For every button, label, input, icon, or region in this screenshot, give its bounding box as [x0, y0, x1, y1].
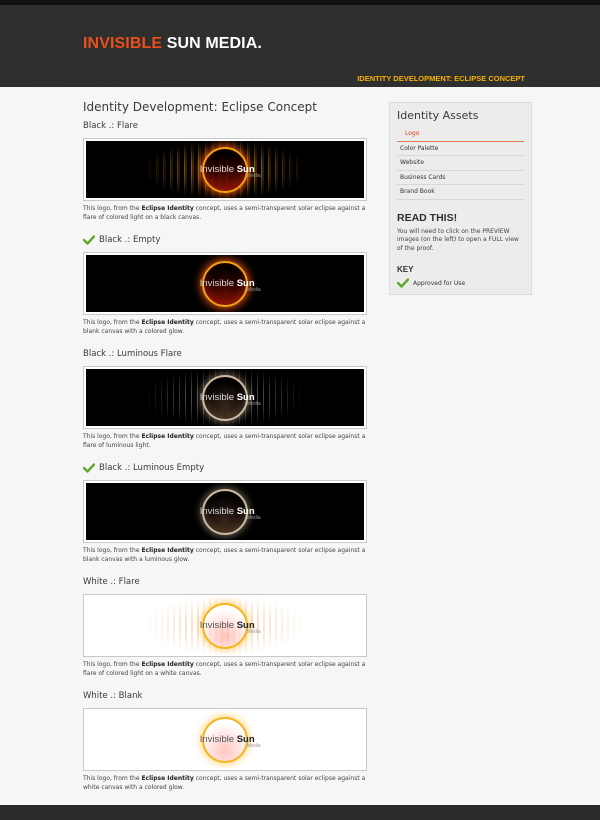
logo-preview[interactable]: Invisible Sun Media: [83, 252, 367, 315]
sidebar-item-brand-book[interactable]: Brand Book: [397, 185, 524, 200]
sidebar-nav: Logo Color Palette Website Business Cards Br…: [397, 127, 524, 200]
nav-item-eclipse-concept[interactable]: IDENTITY DEVELOPMENT: ECLIPSE CONCEPT: [357, 74, 525, 83]
logo-word-invisible: Invisible: [199, 391, 235, 403]
brand-sun-media: SUN MEDIA.: [166, 35, 262, 52]
section-title: Black .: Empty: [83, 234, 368, 246]
logo-word-invisible: Invisible: [199, 505, 235, 517]
logo-word-media: Media: [247, 400, 261, 407]
logo-word-invisible: Invisible: [199, 733, 235, 745]
key-approved-row: Approved for Use: [397, 278, 524, 288]
section-title: White .: Blank: [83, 690, 368, 702]
sidebar-item-website[interactable]: Website: [397, 156, 524, 171]
logo-word-invisible: Invisible: [199, 163, 235, 175]
caption-intro: This logo, from the: [83, 319, 142, 326]
section-title-text: Black .: Luminous Flare: [83, 349, 182, 359]
sidebar: Identity Assets Logo Color Palette Website…: [389, 102, 532, 295]
check-icon: [397, 278, 409, 288]
check-icon: [83, 463, 95, 473]
preview-image: Invisible Sun Media: [86, 141, 364, 198]
logo-word-invisible: Invisible: [199, 277, 235, 289]
preview-image: Invisible Sun Media: [86, 255, 364, 312]
logo-word-media: Media: [247, 172, 261, 179]
logo-section: Black .: Luminous Empty Invisible Sun Medi…: [83, 462, 368, 564]
logo-word-media: Media: [247, 286, 261, 293]
caption-concept-name: Eclipse Identity: [141, 547, 194, 554]
caption-intro: This logo, from the: [83, 661, 142, 668]
preview-image: Invisible Sun Media: [86, 483, 364, 540]
logo-section: Black .: Flare Invisible Sun Media This log…: [83, 120, 368, 222]
section-title: Black .: Luminous Flare: [83, 348, 368, 360]
read-this-heading: READ THIS!: [397, 211, 458, 224]
section-caption: This logo, from the Eclipse Identity con…: [83, 319, 368, 336]
preview-image: Invisible Sun Media: [86, 711, 364, 768]
caption-concept-name: Eclipse Identity: [141, 661, 194, 668]
logo-preview[interactable]: Invisible Sun Media: [83, 366, 367, 429]
logo-section: White .: Blank Invisible Sun Media This log…: [83, 690, 368, 792]
site-header: INVISIBLE SUN MEDIA. IDENTITY DEVELOPMEN…: [0, 0, 600, 87]
caption-intro: This logo, from the: [83, 547, 142, 554]
logo-word-invisible: Invisible: [199, 619, 235, 631]
key-approved-label: Approved for Use: [413, 279, 466, 287]
section-title-text: White .: Flare: [83, 577, 140, 587]
logo-preview[interactable]: Invisible Sun Media: [83, 594, 367, 657]
logo-preview[interactable]: Invisible Sun Media: [83, 708, 367, 771]
section-title: Black .: Luminous Empty: [83, 462, 368, 474]
check-icon: [83, 235, 95, 245]
read-this-text: You will need to click on the PREVIEW im…: [397, 227, 519, 252]
section-caption: This logo, from the Eclipse Identity con…: [83, 775, 368, 792]
caption-concept-name: Eclipse Identity: [141, 319, 194, 326]
logo-sections: Black .: Flare Invisible Sun Media This log…: [83, 120, 368, 792]
caption-intro: This logo, from the: [83, 205, 142, 212]
section-title: White .: Flare: [83, 576, 368, 588]
page-title: Identity Development: Eclipse Concept: [83, 100, 317, 114]
section-title-text: White .: Blank: [83, 691, 143, 701]
caption-concept-name: Eclipse Identity: [141, 205, 194, 212]
caption-intro: This logo, from the: [83, 433, 142, 440]
section-title-text: Black .: Empty: [99, 235, 161, 245]
section-title: Black .: Flare: [83, 120, 368, 132]
logo-word-media: Media: [247, 628, 261, 635]
main-content: Identity Development: Eclipse Concept Bl…: [83, 100, 368, 804]
brand-logo[interactable]: INVISIBLE SUN MEDIA.: [83, 35, 262, 53]
section-title-text: Black .: Flare: [83, 121, 138, 131]
sidebar-item-logo[interactable]: Logo: [397, 127, 524, 142]
logo-word-media: Media: [247, 514, 261, 521]
section-title-text: Black .: Luminous Empty: [99, 463, 205, 473]
sidebar-item-color-palette[interactable]: Color Palette: [397, 142, 524, 156]
logo-word-media: Media: [247, 742, 261, 749]
section-caption: This logo, from the Eclipse Identity con…: [83, 661, 368, 678]
site-footer: [0, 805, 600, 820]
caption-concept-name: Eclipse Identity: [141, 775, 194, 782]
logo-preview[interactable]: Invisible Sun Media: [83, 138, 367, 201]
logo-section: Black .: Luminous Flare Invisible Sun Medi…: [83, 348, 368, 450]
sidebar-title: Identity Assets: [397, 109, 479, 122]
section-caption: This logo, from the Eclipse Identity con…: [83, 205, 368, 222]
logo-section: White .: Flare Invisible Sun Media This log…: [83, 576, 368, 678]
brand-invisible: INVISIBLE: [83, 35, 163, 52]
preview-image: Invisible Sun Media: [86, 597, 364, 654]
logo-section: Black .: Empty Invisible Sun Media This log…: [83, 234, 368, 336]
caption-intro: This logo, from the: [83, 775, 142, 782]
sidebar-item-business-cards[interactable]: Business Cards: [397, 171, 524, 185]
caption-concept-name: Eclipse Identity: [141, 433, 194, 440]
key-heading: KEY: [397, 265, 414, 274]
section-caption: This logo, from the Eclipse Identity con…: [83, 547, 368, 564]
logo-preview[interactable]: Invisible Sun Media: [83, 480, 367, 543]
section-caption: This logo, from the Eclipse Identity con…: [83, 433, 368, 450]
preview-image: Invisible Sun Media: [86, 369, 364, 426]
